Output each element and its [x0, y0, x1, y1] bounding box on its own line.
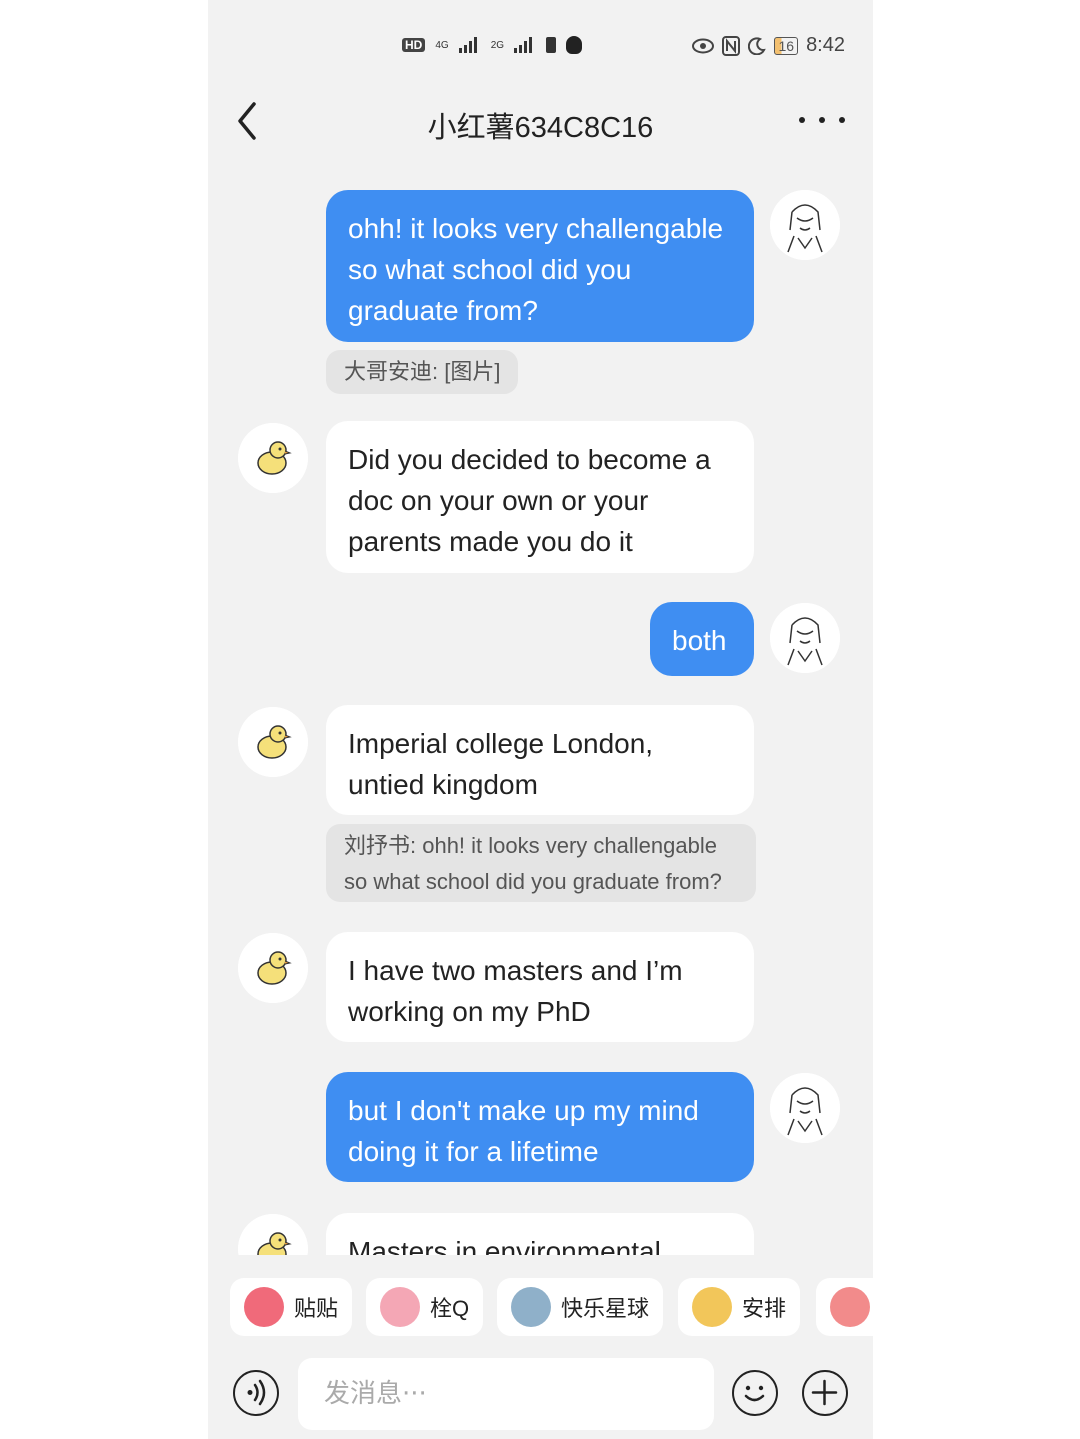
sticker-icon	[244, 1287, 284, 1327]
quick-reply-chip[interactable]: 贴贴	[230, 1278, 353, 1336]
quick-reply-bar: 贴贴 栓Q 快乐星球 安排	[208, 1268, 873, 1344]
input-bar	[208, 1352, 873, 1439]
chip-label: 安排	[742, 1296, 787, 1321]
quick-reply-chip[interactable]: 栓Q	[366, 1278, 484, 1336]
status-left: HD 4G 2G	[402, 36, 583, 54]
chip-label: 栓Q	[430, 1296, 470, 1321]
contact-avatar[interactable]	[238, 423, 308, 493]
emoji-button[interactable]	[732, 1370, 778, 1416]
message-bubble-outgoing[interactable]: ohh! it looks very challengable so what …	[326, 190, 754, 342]
status-right: 16 8:42	[692, 34, 845, 57]
signal-1-icon	[458, 37, 481, 53]
signal-2-icon	[514, 37, 536, 53]
voice-icon	[247, 1379, 266, 1406]
duck-icon	[238, 1214, 308, 1255]
my-avatar[interactable]	[770, 603, 840, 673]
quote-reply[interactable]: 刘抒书: ohh! it looks very challengable so …	[326, 824, 756, 902]
message-bubble-outgoing[interactable]: both	[650, 602, 754, 676]
quick-reply-chip[interactable]	[816, 1278, 873, 1336]
sketch-portrait-icon	[770, 1073, 840, 1143]
more-dots-icon	[799, 117, 805, 123]
my-avatar[interactable]	[770, 1073, 840, 1143]
sticker-icon	[511, 1287, 551, 1327]
sim-icon	[546, 37, 557, 53]
more-button[interactable]	[799, 102, 845, 138]
clock: 8:42	[806, 34, 845, 56]
qq-penguin-icon	[566, 36, 583, 54]
chat-title: 小红薯634C8C16	[427, 112, 654, 144]
chat-list[interactable]: ohh! it looks very challengable so what …	[208, 160, 873, 1255]
eye-icon	[692, 38, 715, 53]
chat-header: 小红薯634C8C16	[208, 86, 873, 156]
contact-avatar[interactable]	[238, 707, 308, 777]
sticker-icon	[692, 1287, 732, 1327]
sticker-icon	[830, 1287, 870, 1327]
message-bubble-outgoing[interactable]: but I don't make up my mind doing it for…	[326, 1072, 754, 1182]
signal-1-label: 4G	[435, 39, 449, 51]
nfc-icon	[722, 35, 741, 56]
contact-avatar[interactable]	[238, 933, 308, 1003]
message-bubble-incoming[interactable]: I have two masters and I’m working on my…	[326, 932, 754, 1042]
my-avatar[interactable]	[770, 190, 840, 260]
contact-avatar[interactable]	[238, 1214, 308, 1255]
chip-label: 贴贴	[294, 1296, 339, 1321]
signal-2-label: 2G	[490, 39, 505, 51]
quick-reply-chip[interactable]: 安排	[678, 1278, 801, 1336]
message-bubble-incoming[interactable]: Imperial college London, untied kingdom	[326, 705, 754, 815]
status-bar: HD 4G 2G 16 8:42	[208, 24, 873, 72]
message-input[interactable]	[298, 1358, 714, 1430]
plus-icon	[811, 1379, 838, 1406]
emoji-icon	[744, 1385, 765, 1402]
sketch-portrait-icon	[770, 190, 840, 260]
sticker-icon	[380, 1287, 420, 1327]
duck-icon	[238, 423, 308, 493]
duck-icon	[238, 707, 308, 777]
duck-icon	[238, 933, 308, 1003]
hd-indicator: HD	[402, 38, 426, 52]
quick-reply-chip[interactable]: 快乐星球	[497, 1278, 664, 1336]
voice-button[interactable]	[233, 1370, 279, 1416]
quote-reply[interactable]: 大哥安迪: [图片]	[326, 350, 519, 394]
sketch-portrait-icon	[770, 603, 840, 673]
phone-screen: HD 4G 2G 16 8:42 小红薯634C8C16 ohh! it loo…	[208, 0, 873, 1439]
message-bubble-incoming[interactable]: Did you decided to become a doc on your …	[326, 421, 754, 573]
chip-label: 快乐星球	[561, 1296, 650, 1321]
battery-icon: 16	[774, 36, 799, 55]
plus-button[interactable]	[802, 1370, 848, 1416]
moon-icon	[748, 36, 767, 55]
message-bubble-incoming[interactable]: Masters in environmental	[326, 1213, 754, 1255]
